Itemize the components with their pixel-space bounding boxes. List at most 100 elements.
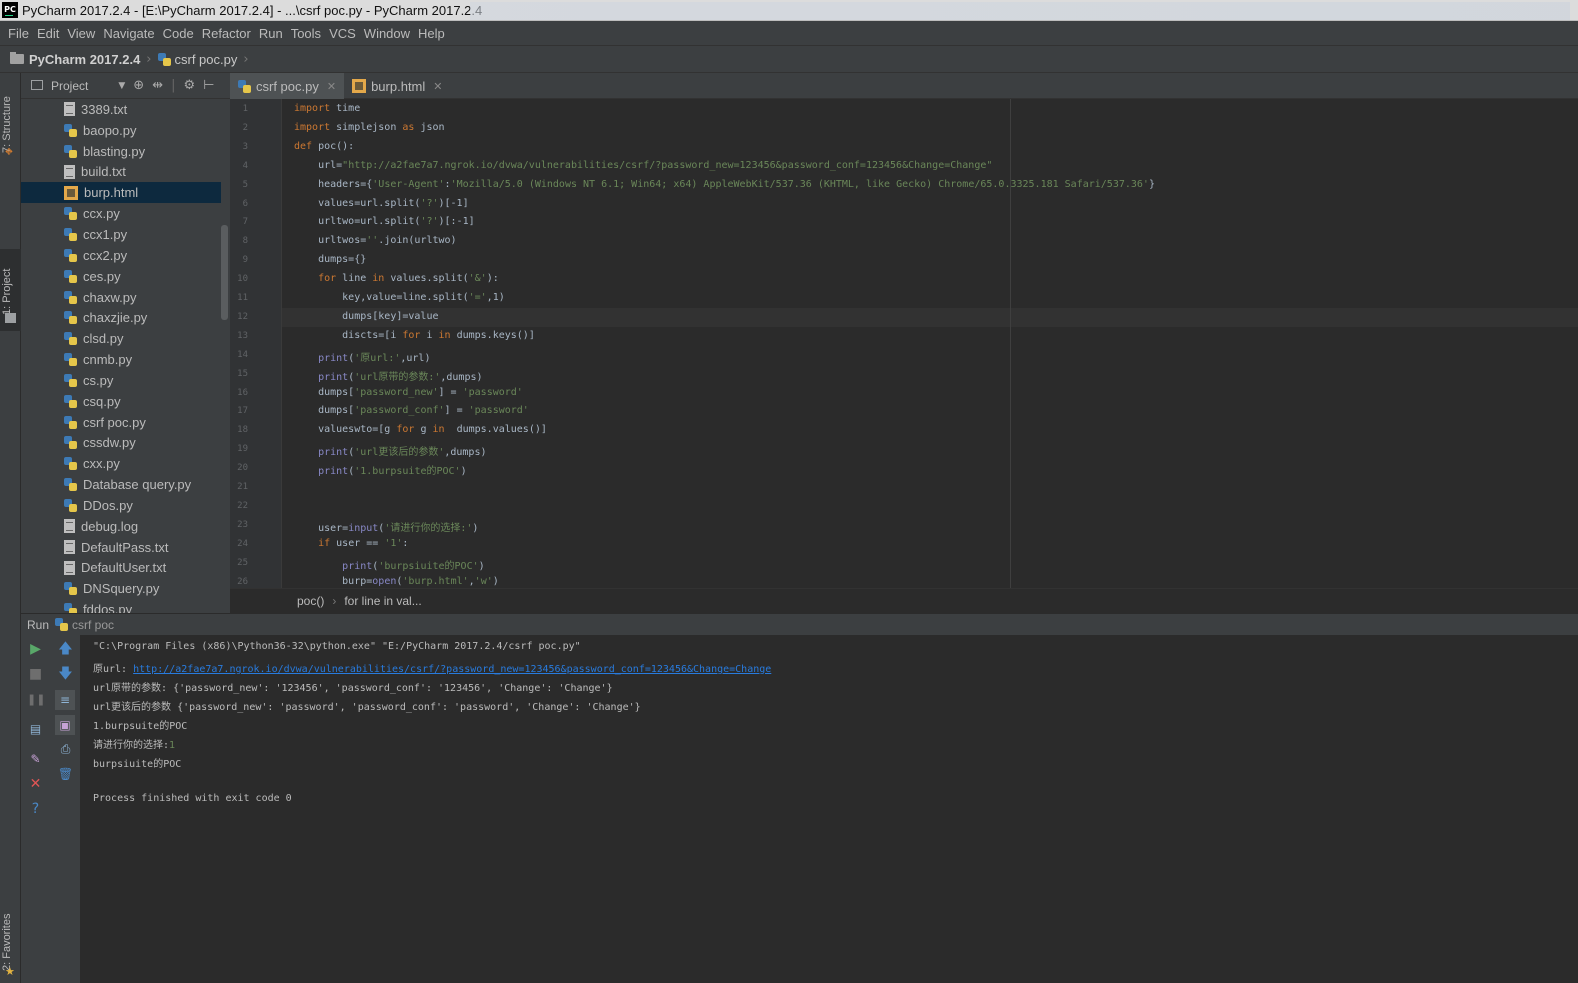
- file-name-label: ccx2.py: [83, 247, 128, 263]
- file-tree-item[interactable]: DDos.py: [21, 495, 221, 516]
- line-number: 21: [237, 482, 248, 492]
- file-name-label: cssdw.py: [83, 435, 136, 451]
- file-name-label: csq.py: [83, 393, 121, 409]
- file-tree-item[interactable]: ccx2.py: [21, 245, 221, 266]
- gear-icon[interactable]: ⚙: [183, 78, 195, 93]
- menu-window[interactable]: Window: [360, 26, 414, 41]
- tab-project-wrapper[interactable]: 1: Project: [0, 249, 21, 331]
- nav-file-crumb[interactable]: csrf poc.py: [175, 52, 238, 67]
- left-tool-strip: 7: Structure ⛖ 1: Project 2: Favorites ★: [0, 73, 21, 983]
- console-url-link[interactable]: http://a2fae7a7.ngrok.io/dvwa/vulnerabil…: [133, 664, 771, 675]
- chevron-right-icon: ›: [332, 594, 337, 608]
- editor-tab[interactable]: csrf poc.py ✕: [230, 73, 345, 102]
- pause-icon[interactable]: ❚❚: [27, 691, 45, 708]
- close-icon[interactable]: ✕: [327, 80, 336, 93]
- file-tree-item[interactable]: DefaultPass.txt: [21, 537, 221, 558]
- console-line: url原带的参数: {'password_new': '123456', 'pa…: [93, 683, 613, 694]
- nav-project-crumb[interactable]: PyCharm 2017.2.4: [29, 52, 140, 67]
- file-tree-item[interactable]: cnmb.py: [21, 349, 221, 370]
- tab-project[interactable]: 1: Project: [1, 255, 20, 315]
- file-tree-item[interactable]: clsd.py: [21, 328, 221, 349]
- tab-favorites[interactable]: 2: Favorites: [1, 901, 20, 971]
- dropdown-arrow-icon[interactable]: ▼: [118, 81, 125, 91]
- python-file-icon: [64, 353, 77, 367]
- arrow-up-icon[interactable]: 🡅: [57, 641, 74, 658]
- file-name-label: build.txt: [81, 164, 126, 180]
- pycharm-logo-icon: PC: [2, 2, 18, 18]
- rerun-icon[interactable]: ▶: [27, 641, 44, 658]
- pin-icon[interactable]: ✎: [27, 751, 44, 768]
- menu-refactor[interactable]: Refactor: [198, 26, 255, 41]
- menu-file[interactable]: File: [4, 26, 33, 41]
- project-scrollbar[interactable]: [221, 225, 228, 320]
- line-number: 8: [242, 236, 248, 247]
- file-name-label: chaxzjie.py: [83, 310, 148, 326]
- help-icon[interactable]: ?: [27, 801, 44, 818]
- console-user-input: 1: [169, 740, 176, 751]
- editor-tab[interactable]: burp.html ✕: [344, 73, 450, 99]
- file-tree-item[interactable]: Database query.py: [21, 474, 221, 495]
- scroll-to-end-icon[interactable]: ▣: [55, 715, 75, 735]
- project-view-selector[interactable]: Project: [51, 79, 88, 93]
- file-tree-item[interactable]: cs.py: [21, 370, 221, 391]
- locate-icon[interactable]: ⊕: [133, 78, 144, 93]
- restore-layout-icon[interactable]: ▤: [27, 721, 44, 738]
- file-tree-item[interactable]: ccx1.py: [21, 224, 221, 245]
- stop-icon[interactable]: ■: [27, 666, 44, 683]
- menu-run[interactable]: Run: [255, 26, 287, 41]
- menu-view[interactable]: View: [63, 26, 99, 41]
- collapse-all-icon[interactable]: ⇹: [152, 78, 163, 93]
- file-tree-item[interactable]: build.txt: [21, 162, 221, 183]
- file-name-label: DefaultPass.txt: [81, 539, 169, 555]
- arrow-down-icon[interactable]: 🡇: [57, 666, 74, 683]
- file-tree-item[interactable]: csrf poc.py: [21, 412, 221, 433]
- breadcrumb-function[interactable]: poc(): [297, 594, 324, 608]
- close-icon[interactable]: ✕: [27, 776, 44, 793]
- trash-icon[interactable]: 🗑: [57, 766, 74, 783]
- run-console-output[interactable]: "C:\Program Files (x86)\Python36-32\pyth…: [81, 635, 1578, 983]
- code-editor[interactable]: import time import simplejson as json def …: [282, 99, 1578, 588]
- file-tree-item[interactable]: cssdw.py: [21, 433, 221, 454]
- file-name-label: ccx1.py: [83, 226, 128, 242]
- file-tree-item[interactable]: chaxw.py: [21, 287, 221, 308]
- file-tree-item[interactable]: fddos.py: [21, 599, 221, 613]
- menu-help[interactable]: Help: [414, 26, 449, 41]
- html-file-icon: [352, 79, 367, 93]
- menu-edit[interactable]: Edit: [33, 26, 63, 41]
- file-tree-item[interactable]: burp.html: [21, 182, 221, 204]
- project-folder-icon: [5, 313, 16, 323]
- file-tree-item[interactable]: debug.log: [21, 516, 221, 537]
- close-icon[interactable]: ✕: [433, 80, 442, 93]
- file-tree-item[interactable]: blasting.py: [21, 141, 221, 162]
- console-line: 原url: http://a2fae7a7.ngrok.io/dvwa/vuln…: [93, 664, 772, 675]
- console-line: 请进行你的选择:1: [93, 740, 176, 751]
- soft-wrap-icon[interactable]: ≡: [55, 690, 75, 710]
- file-tree-item[interactable]: chaxzjie.py: [21, 307, 221, 328]
- file-tree-item[interactable]: ces.py: [21, 266, 221, 287]
- navigation-bar: PyCharm 2017.2.4 › csrf poc.py ›: [0, 45, 1578, 73]
- file-tree-item[interactable]: cxx.py: [21, 453, 221, 474]
- file-tree-item[interactable]: DefaultUser.txt: [21, 558, 221, 579]
- chevron-right-icon: ›: [146, 51, 152, 67]
- tab-structure[interactable]: 7: Structure: [1, 83, 20, 153]
- file-tree-item[interactable]: DNSquery.py: [21, 578, 221, 599]
- code-line: print('原url:',url): [318, 352, 431, 364]
- file-tree-item[interactable]: ccx.py: [21, 203, 221, 224]
- run-config-name[interactable]: csrf poc: [72, 618, 114, 632]
- breadcrumb-loop[interactable]: for line in val...: [344, 594, 421, 608]
- line-number: 16: [237, 387, 248, 398]
- menu-tools[interactable]: Tools: [287, 26, 325, 41]
- file-tree-item[interactable]: csq.py: [21, 391, 221, 412]
- menu-code[interactable]: Code: [159, 26, 198, 41]
- python-file-icon: [64, 311, 77, 325]
- run-tab-label[interactable]: Run: [27, 618, 49, 632]
- menu-navigate[interactable]: Navigate: [99, 26, 158, 41]
- file-tree-item[interactable]: baopo.py: [21, 120, 221, 141]
- hide-panel-icon[interactable]: ⊢: [203, 78, 214, 93]
- code-line: burp=open('burp.html','w'): [294, 575, 499, 587]
- file-tree-item[interactable]: 3389.txt: [21, 99, 221, 120]
- print-icon[interactable]: ⎙: [57, 741, 74, 758]
- caret-row-highlight: [282, 308, 1578, 327]
- line-number: 25: [237, 557, 248, 568]
- menu-vcs[interactable]: VCS: [325, 26, 360, 41]
